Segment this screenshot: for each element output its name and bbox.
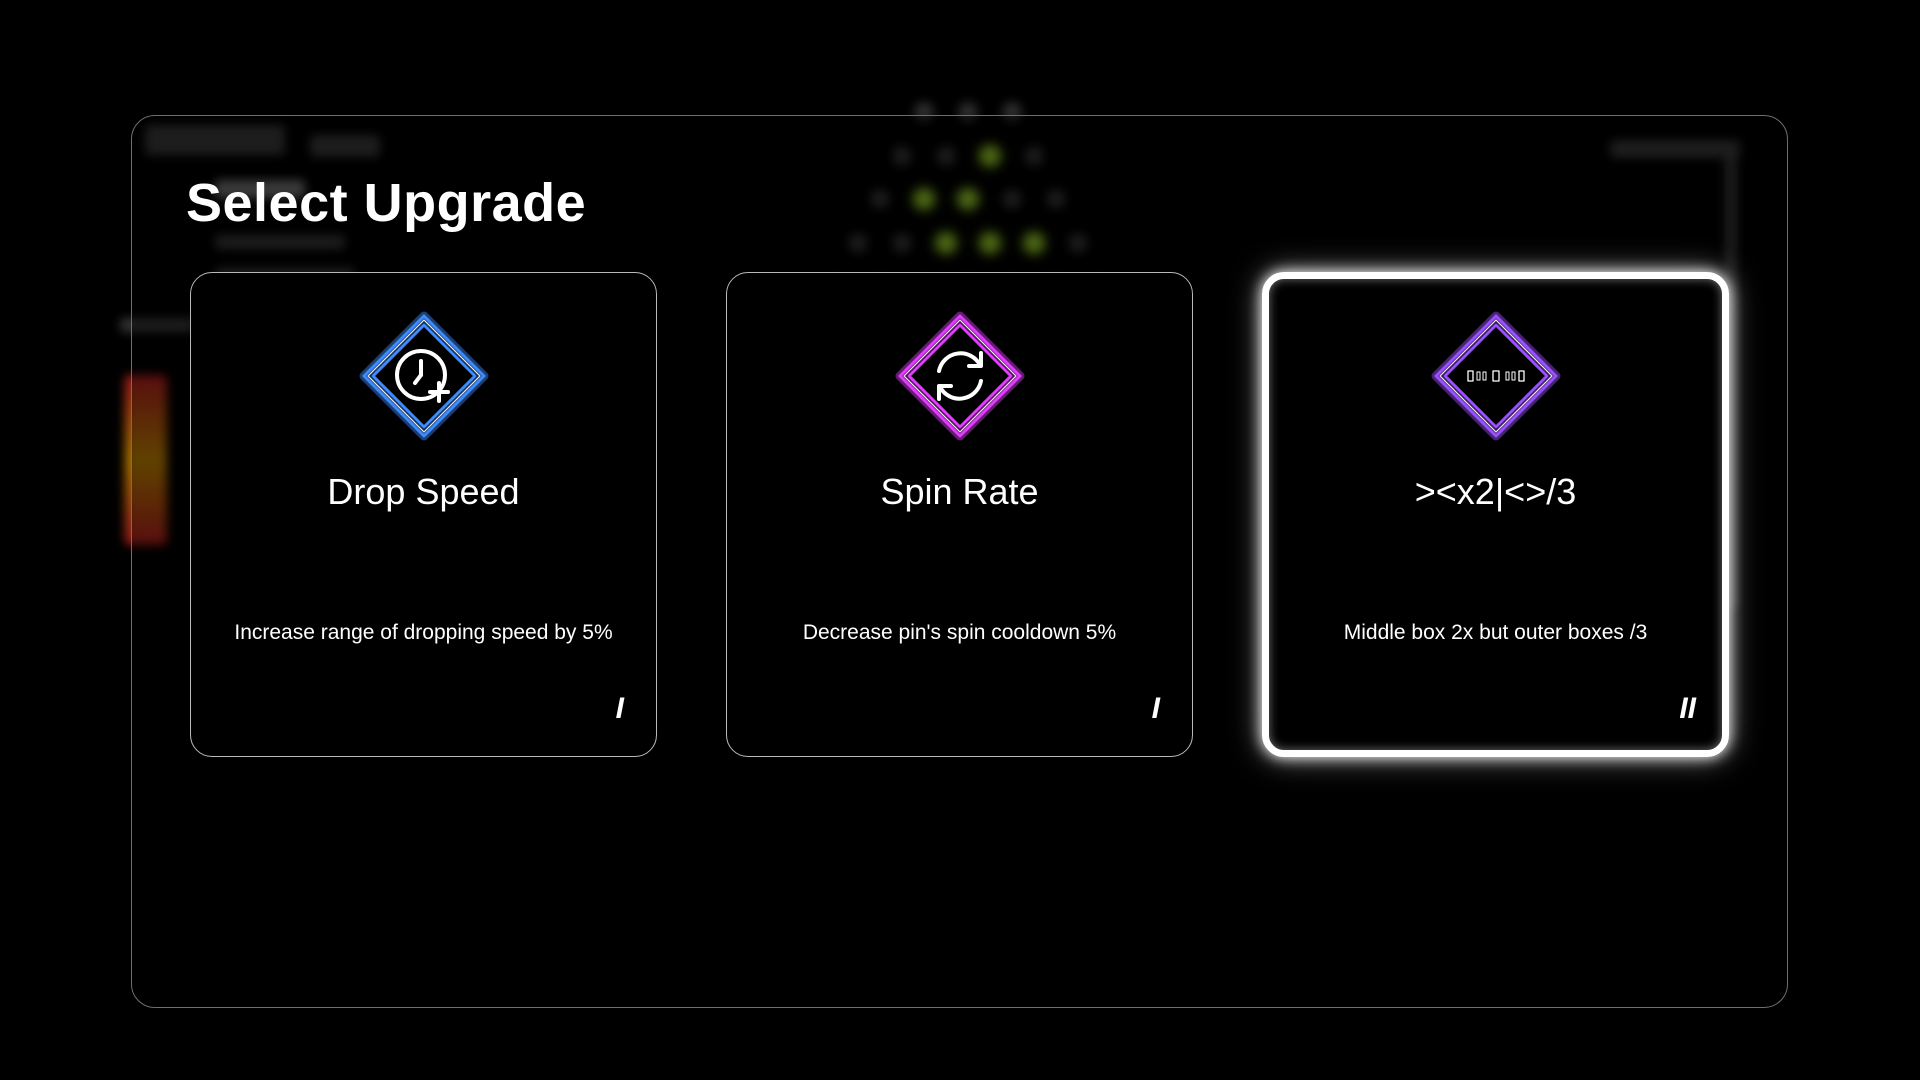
upgrade-description: Decrease pin's spin cooldown 5% [802,621,1117,644]
upgrade-tier: II [1679,692,1696,725]
upgrade-tier: I [615,692,624,725]
upgrade-card-box-multiplier[interactable]: ><x2|<>/3 Middle box 2x but outer boxes … [1262,272,1729,757]
clock-plus-icon [349,301,499,451]
upgrade-name: ><x2|<>/3 [1414,471,1577,512]
upgrade-name: Drop Speed [327,471,520,512]
upgrade-tier: I [1151,692,1160,725]
upgrade-card-drop-speed[interactable]: Drop Speed Increase range of dropping sp… [190,272,657,757]
upgrade-name: Spin Rate [880,471,1039,512]
upgrade-description: Increase range of dropping speed by 5% [234,621,613,644]
upgrade-description: Middle box 2x but outer boxes /3 [1343,621,1648,644]
refresh-icon [885,301,1035,451]
page-title: Select Upgrade [186,173,587,233]
boxes-icon [1421,301,1571,451]
upgrade-card-spin-rate[interactable]: Spin Rate Decrease pin's spin cooldown 5… [726,272,1193,757]
